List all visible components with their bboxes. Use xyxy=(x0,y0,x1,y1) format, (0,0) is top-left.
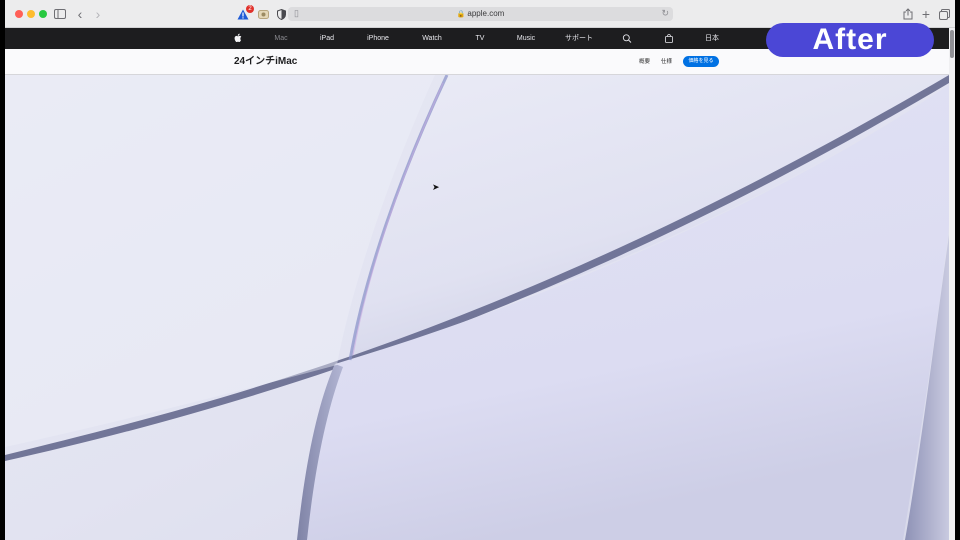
nav-item-iphone[interactable]: iPhone xyxy=(367,28,389,49)
nav-item-music[interactable]: Music xyxy=(517,28,535,49)
share-icon[interactable] xyxy=(901,6,915,22)
nav-item-ipad[interactable]: iPad xyxy=(320,28,334,49)
page-scrollbar-track[interactable] xyxy=(949,28,955,540)
apple-logo-icon[interactable] xyxy=(234,28,242,49)
chevron-right-icon[interactable]: › xyxy=(91,6,105,22)
view-price-button[interactable]: 価格を見る xyxy=(683,56,719,67)
url-text: apple.com xyxy=(467,9,505,18)
warning-count-badge: 2 xyxy=(246,5,254,13)
chevron-left-icon[interactable]: ‹ xyxy=(73,6,87,22)
nav-item-mac[interactable]: Mac xyxy=(274,28,287,49)
region-selector[interactable]: 日本 xyxy=(705,28,719,49)
shopping-bag-icon[interactable] xyxy=(665,28,673,49)
sidebar-icon[interactable] xyxy=(53,6,67,22)
hero-wallpaper-image xyxy=(5,75,949,540)
shield-icon[interactable] xyxy=(275,6,287,22)
local-nav-specs-link[interactable]: 仕様 xyxy=(661,58,672,66)
browser-window: ‹ › 2 ▯ 🔒 apple.com ↻ + Mac iPad iPhone … xyxy=(5,0,955,540)
reload-icon[interactable]: ↻ xyxy=(661,8,669,19)
lock-icon: 🔒 xyxy=(456,11,466,18)
nav-item-watch[interactable]: Watch xyxy=(422,28,442,49)
nav-item-tv[interactable]: TV xyxy=(476,28,485,49)
tabs-overview-icon[interactable] xyxy=(937,6,951,22)
page-scrollbar-thumb[interactable] xyxy=(950,30,954,58)
plus-icon[interactable]: + xyxy=(919,6,933,22)
after-label-overlay: After xyxy=(766,23,934,57)
minimize-window-button[interactable] xyxy=(27,10,35,18)
product-title[interactable]: 24インチiMac xyxy=(234,55,297,69)
search-icon[interactable] xyxy=(622,28,632,49)
close-window-button[interactable] xyxy=(15,10,23,18)
nav-item-support[interactable]: サポート xyxy=(565,28,593,49)
zoom-window-button[interactable] xyxy=(39,10,47,18)
extension-icon[interactable] xyxy=(256,6,270,22)
mouse-cursor-icon: ➤ xyxy=(432,182,440,192)
address-bar[interactable]: ▯ 🔒 apple.com ↻ xyxy=(288,7,673,21)
local-nav-overview-link[interactable]: 概要 xyxy=(639,58,650,66)
url-display[interactable]: 🔒 apple.com xyxy=(288,8,673,21)
